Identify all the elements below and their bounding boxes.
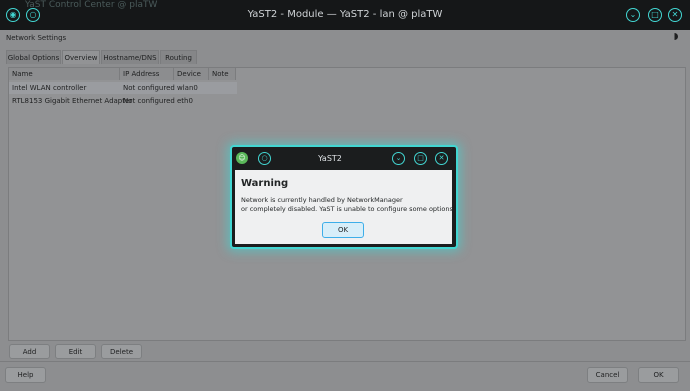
tab-overview[interactable]: Overview — [62, 50, 100, 64]
yast-chameleon-icon: ☺ — [236, 152, 248, 164]
row-name: RTL8153 Gigabit Ethernet Adapter — [12, 97, 133, 105]
dialog-close-icon[interactable]: ✕ — [435, 152, 448, 165]
dialog-heading: Warning — [241, 178, 289, 189]
column-header-name[interactable]: Name — [9, 68, 120, 80]
dialog-square-icon[interactable]: □ — [414, 152, 427, 165]
row-note — [209, 82, 212, 94]
help-button[interactable]: Help — [5, 367, 46, 383]
close-icon[interactable]: ✕ — [668, 8, 682, 22]
ok-button[interactable]: OK — [638, 367, 679, 383]
background-window-title: YaST Control Center @ plaTW — [25, 0, 158, 10]
page-heading: Network Settings — [6, 34, 67, 42]
menu-circle-icon[interactable]: ○ — [26, 8, 40, 22]
row-device: wlan0 — [177, 84, 198, 92]
column-header-device[interactable]: Device — [174, 68, 209, 80]
square-icon[interactable]: □ — [648, 8, 662, 22]
tab-global-options[interactable]: Global Options — [6, 50, 61, 64]
add-button[interactable]: Add — [9, 344, 50, 359]
chevron-down-icon[interactable]: ⌄ — [626, 8, 640, 22]
tab-hostname-dns[interactable]: Hostname/DNS — [101, 50, 159, 64]
window-title: YaST2 - Module — YaST2 - lan @ plaTW — [247, 9, 443, 20]
dialog-menu-icon[interactable]: ○ — [258, 152, 271, 165]
dialog-chevron-down-icon[interactable]: ⌄ — [392, 152, 405, 165]
row-ip: Not configured — [123, 97, 175, 105]
row-device: eth0 — [177, 97, 193, 105]
delete-button[interactable]: Delete — [101, 344, 142, 359]
dialog-ok-button[interactable]: OK — [322, 222, 364, 238]
edit-button[interactable]: Edit — [55, 344, 96, 359]
separator — [0, 361, 690, 362]
dialog-message-line1: Network is currently handled by NetworkM… — [241, 196, 403, 204]
column-header-note[interactable]: Note — [209, 68, 236, 80]
row-note — [209, 95, 212, 107]
cancel-button[interactable]: Cancel — [587, 367, 628, 383]
row-name: Intel WLAN controller — [12, 84, 87, 92]
app-menu-icon[interactable]: ◉ — [6, 8, 20, 22]
tab-routing[interactable]: Routing — [160, 50, 197, 64]
dialog-title: YaST2 — [318, 154, 342, 163]
row-ip: Not configured — [123, 84, 175, 92]
dialog-message-line2: or completely disabled. YaST is unable t… — [241, 205, 455, 213]
column-header-ip[interactable]: IP Address — [120, 68, 174, 80]
